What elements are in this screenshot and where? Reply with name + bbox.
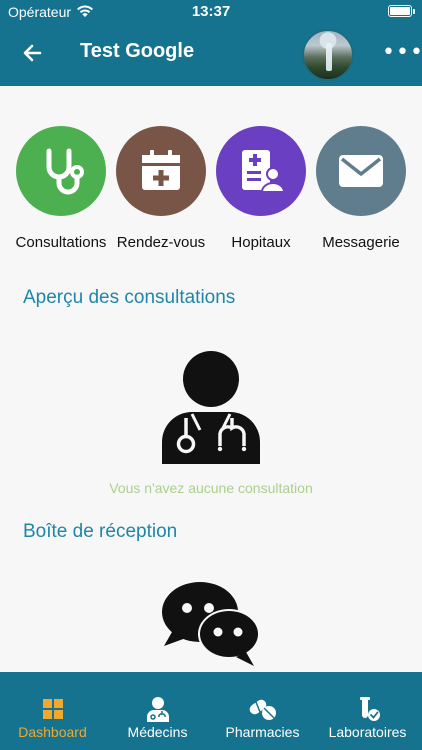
- quick-action-label: Messagerie: [322, 234, 400, 251]
- tab-dashboard[interactable]: Dashboard: [0, 672, 105, 750]
- back-arrow-icon[interactable]: [18, 38, 48, 68]
- test-tube-icon: [359, 697, 380, 721]
- tab-laboratoires[interactable]: Laboratoires: [315, 672, 420, 750]
- chat-bubbles-icon: [162, 582, 260, 666]
- status-bar: Opérateur 13:37: [0, 0, 422, 24]
- hospital-badge-icon: [216, 126, 306, 216]
- tab-label: Pharmacies: [225, 724, 300, 740]
- bottom-tab-bar: Dashboard Médecins Pharmacies Laboratoir…: [0, 672, 422, 750]
- calendar-plus-icon: [116, 126, 206, 216]
- quick-actions: Consultations Rendez-vous Hopitaux Messa…: [0, 126, 422, 256]
- avatar[interactable]: [302, 29, 354, 81]
- envelope-icon: [316, 126, 406, 216]
- tab-medecins[interactable]: Médecins: [105, 672, 210, 750]
- inbox-section-title: Boîte de réception: [23, 521, 178, 542]
- quick-action-consultations[interactable]: Consultations: [11, 126, 111, 251]
- quick-action-rendez-vous[interactable]: Rendez-vous: [111, 126, 211, 251]
- quick-action-label: Rendez-vous: [116, 234, 206, 251]
- pills-icon: [249, 699, 276, 720]
- doctor-icon: [146, 697, 169, 722]
- tab-label: Dashboard: [18, 724, 87, 740]
- clock: 13:37: [191, 3, 231, 20]
- empty-consultations-message: Vous n'avez aucune consultation: [109, 480, 313, 496]
- quick-action-hopitaux[interactable]: Hopitaux: [211, 126, 311, 251]
- stethoscope-icon: [16, 126, 106, 216]
- tab-label: Laboratoires: [328, 724, 407, 740]
- battery-icon: [388, 5, 415, 17]
- tab-label: Médecins: [127, 724, 188, 740]
- doctor-icon: [162, 351, 260, 464]
- top-bar: Opérateur 13:37 Test Google •••: [0, 0, 422, 86]
- dashboard-icon: [42, 699, 63, 719]
- nav-bar: Test Google •••: [0, 24, 422, 86]
- quick-action-label: Hopitaux: [231, 234, 291, 251]
- quick-action-label: Consultations: [15, 234, 107, 251]
- tab-pharmacies[interactable]: Pharmacies: [210, 672, 315, 750]
- consultations-section-title: Aperçu des consultations: [23, 287, 236, 308]
- more-options-icon[interactable]: •••: [382, 42, 422, 66]
- app-screen: Opérateur 13:37 Test Google ••• Consulta…: [0, 0, 422, 750]
- page-title: Test Google: [80, 40, 195, 62]
- quick-action-messagerie[interactable]: Messagerie: [311, 126, 411, 251]
